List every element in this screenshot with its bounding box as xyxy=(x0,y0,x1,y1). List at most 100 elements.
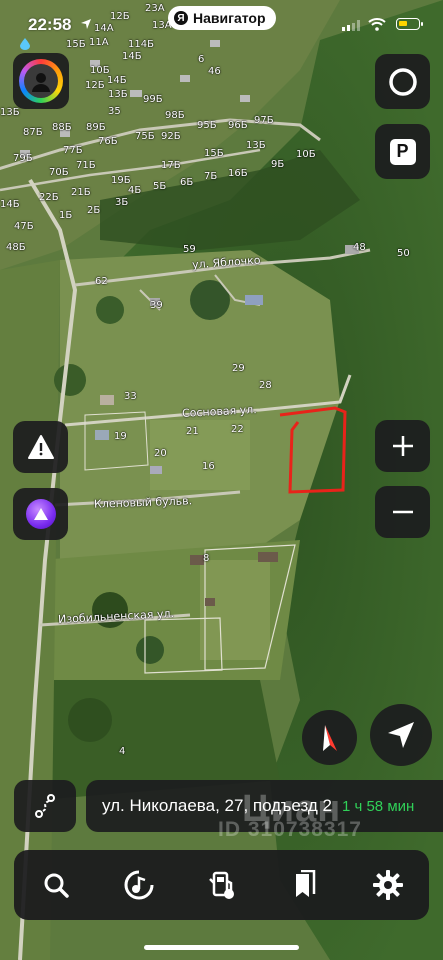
compass-icon xyxy=(322,724,337,751)
gas-station-icon xyxy=(208,871,234,899)
navigation-arrow-icon xyxy=(388,722,414,748)
gas-station-button[interactable] xyxy=(193,856,251,914)
plus-icon xyxy=(392,436,413,456)
house-number: 95Б xyxy=(197,120,217,131)
house-number: 88Б xyxy=(52,122,72,133)
watermark-id: ID 310738317 xyxy=(218,818,362,841)
house-number: 15Б xyxy=(204,148,224,159)
compass-button[interactable] xyxy=(302,710,357,765)
house-number: 21 xyxy=(186,426,199,437)
gear-icon xyxy=(372,870,403,900)
circle-icon xyxy=(388,67,417,96)
house-number: 77Б xyxy=(63,145,83,156)
house-number: 6 xyxy=(198,54,205,65)
route-eta: 1 ч 58 мин xyxy=(341,797,415,815)
house-number: 92Б xyxy=(161,131,181,142)
minus-icon xyxy=(392,510,413,514)
house-number: 14Б xyxy=(0,199,20,210)
house-number: 13Б xyxy=(0,107,20,118)
house-number: 70Б xyxy=(49,167,69,178)
house-number: 96Б xyxy=(228,120,248,131)
house-number: 39 xyxy=(150,300,163,311)
house-number: 4 xyxy=(119,746,126,757)
house-number: 16Б xyxy=(228,168,248,179)
layers-button[interactable] xyxy=(375,54,430,109)
house-number: 89Б xyxy=(86,122,106,133)
house-number: 14Б xyxy=(122,51,142,62)
battery-tip xyxy=(421,22,423,26)
house-number: 3Б xyxy=(115,197,129,208)
status-bar: 22:58 Я Навигатор xyxy=(0,0,443,50)
house-number: 8 xyxy=(203,553,210,564)
house-number: 59 xyxy=(183,244,196,255)
search-icon xyxy=(44,873,69,898)
house-number: 75Б xyxy=(135,131,155,142)
music-button[interactable] xyxy=(110,856,168,914)
house-number: 21Б xyxy=(71,187,91,198)
alice-icon xyxy=(25,499,56,529)
house-number: 10Б xyxy=(296,149,316,160)
house-number: 22Б xyxy=(39,192,59,203)
house-number: 4Б xyxy=(128,185,142,196)
house-number: 46 xyxy=(208,66,221,77)
parking-icon: P xyxy=(389,138,416,165)
house-number: 5Б xyxy=(153,181,167,192)
app-title: Навигатор xyxy=(193,10,266,26)
route-icon xyxy=(35,794,55,818)
house-number: 48Б xyxy=(6,242,26,253)
house-number: 35 xyxy=(108,106,121,117)
warning-icon xyxy=(27,435,54,459)
house-number: 97Б xyxy=(254,115,274,126)
house-number: 76Б xyxy=(98,136,118,147)
house-number: 19 xyxy=(114,431,127,442)
house-number: 33 xyxy=(124,391,137,402)
music-icon xyxy=(124,870,153,900)
app-pill[interactable]: Я Навигатор xyxy=(168,6,276,30)
house-number: 114Б xyxy=(128,39,154,50)
house-number: 14Б xyxy=(107,75,127,86)
water-drop-icon xyxy=(20,38,30,50)
bookmarks-icon xyxy=(295,870,315,897)
house-number: 22 xyxy=(231,424,244,435)
settings-button[interactable] xyxy=(359,856,417,914)
home-indicator[interactable] xyxy=(144,945,299,950)
locate-me-button[interactable] xyxy=(370,704,432,766)
route-button[interactable] xyxy=(14,780,76,832)
bottom-toolbar xyxy=(14,850,429,920)
parking-button[interactable]: P xyxy=(375,124,430,179)
house-number: 47Б xyxy=(14,221,34,232)
house-number: 12Б xyxy=(85,80,105,91)
house-number: 9Б xyxy=(271,159,285,170)
house-number: 13Б xyxy=(246,140,266,151)
zoom-in-button[interactable] xyxy=(375,420,430,472)
house-number: 29 xyxy=(232,363,245,374)
house-number: 1Б xyxy=(59,210,73,221)
house-number: 13Б xyxy=(108,89,128,100)
house-number: 16 xyxy=(202,461,215,472)
location-arrow-icon xyxy=(81,19,91,29)
bookmarks-button[interactable] xyxy=(276,856,334,914)
house-number: 79Б xyxy=(13,153,33,164)
house-number: 17Б xyxy=(161,160,181,171)
house-number: 99Б xyxy=(143,94,163,105)
house-number: 71Б xyxy=(76,160,96,171)
zoom-out-button[interactable] xyxy=(375,486,430,538)
house-number: 50 xyxy=(397,248,410,259)
house-number: 2Б xyxy=(87,205,101,216)
house-number: 15Б xyxy=(66,39,86,50)
avatar xyxy=(19,59,63,103)
house-number: 98Б xyxy=(165,110,185,121)
wifi-icon xyxy=(368,18,386,31)
search-button[interactable] xyxy=(27,856,85,914)
battery-icon xyxy=(396,18,420,30)
yandex-logo: Я xyxy=(174,11,188,25)
house-number: 6Б xyxy=(180,177,194,188)
house-number: 62 xyxy=(95,276,108,287)
house-number: 7Б xyxy=(204,171,218,182)
house-number: 87Б xyxy=(23,127,43,138)
road-event-button[interactable] xyxy=(13,421,68,473)
house-number: 28 xyxy=(259,380,272,391)
cellular-signal-icon xyxy=(342,20,360,31)
profile-button[interactable] xyxy=(13,53,69,109)
alice-button[interactable] xyxy=(13,488,68,540)
